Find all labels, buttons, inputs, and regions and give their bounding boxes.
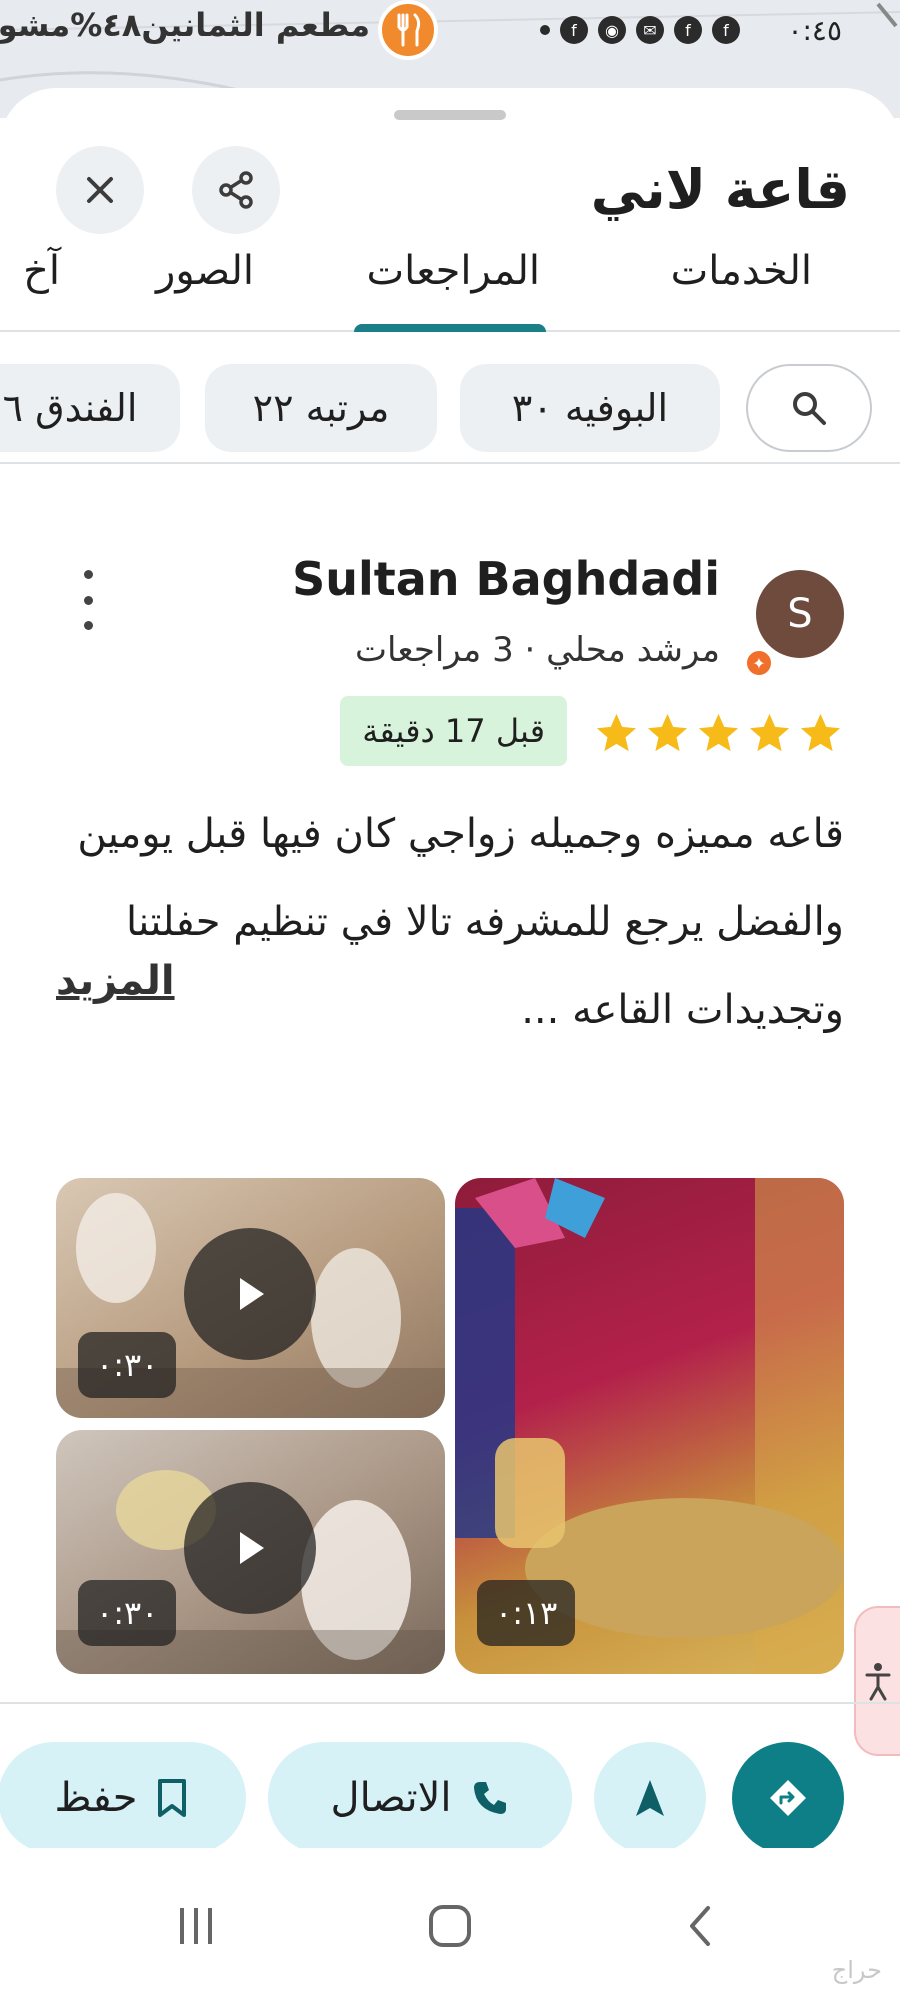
star-icon <box>800 713 841 752</box>
drag-handle[interactable] <box>394 110 506 120</box>
directions-button[interactable] <box>732 1742 844 1854</box>
recent-apps-button[interactable] <box>166 1896 226 1956</box>
tab-reviews[interactable]: المراجعات <box>367 248 540 294</box>
bookmark-icon <box>158 1779 187 1817</box>
chip-hotel[interactable]: الفندق ٦ <box>0 364 180 452</box>
call-label: الاتصال <box>330 1775 452 1821</box>
system-navigation-bar: حراج <box>0 1848 900 2000</box>
call-button[interactable]: الاتصال <box>268 1742 572 1854</box>
map-place-label: مطعم الثمانين٤٨%مشو <box>0 6 370 44</box>
read-more-link[interactable]: المزيد <box>56 958 175 1004</box>
star-icon <box>596 713 637 752</box>
accessibility-icon <box>865 1663 891 1701</box>
filter-chips: البوفيه ٣٠ مرتبه ٢٢ الفندق ٦ <box>0 354 900 464</box>
tab-bar: الخدمات المراجعات الصور آخ <box>0 210 900 332</box>
star-icon <box>698 713 739 752</box>
video-duration: ٠:٣٠ <box>78 1580 177 1646</box>
review-video-decor[interactable]: ٠:٣٠ <box>56 1430 445 1674</box>
home-button[interactable] <box>420 1896 480 1956</box>
save-button[interactable]: حفظ <box>0 1742 246 1854</box>
phone-icon <box>473 1782 506 1814</box>
review-text[interactable]: قاعه مميزه وجميله زواجي كان فيها قبل يوم… <box>54 790 844 1054</box>
reviewer-subtitle: مرشد محلي · 3 مراجعات <box>355 630 720 670</box>
share-icon <box>219 171 253 209</box>
tab-photos[interactable]: الصور <box>156 248 254 294</box>
search-icon <box>793 392 826 425</box>
play-icon <box>240 1532 264 1564</box>
review-time-badge: قبل 17 دقيقة <box>340 696 567 766</box>
tab-indicator <box>354 324 546 332</box>
avatar[interactable]: S <box>756 570 844 658</box>
star-icon <box>647 713 688 752</box>
reviewer-name[interactable]: Sultan Baghdadi <box>292 552 720 606</box>
video-duration: ٠:٣٠ <box>78 1332 177 1398</box>
play-button[interactable] <box>184 1482 316 1614</box>
close-icon <box>87 177 113 203</box>
back-icon <box>690 1906 710 1946</box>
media-duration: ٠:١٣ <box>477 1580 576 1646</box>
watermark: حراج <box>831 1956 882 1984</box>
navigation-arrow-icon <box>636 1780 664 1816</box>
more-options-icon[interactable] <box>76 570 100 630</box>
action-bar: الاتصال حفظ <box>0 1702 900 1854</box>
star-icon <box>749 713 790 752</box>
restaurant-pin-icon[interactable] <box>378 0 438 60</box>
play-icon <box>240 1278 264 1310</box>
status-time: ٠:٤٥ <box>787 14 842 47</box>
tab-more[interactable]: آخ <box>23 248 60 294</box>
local-guide-badge-icon: ✦ <box>744 648 774 678</box>
dot-icon <box>540 25 550 35</box>
review-video-tables[interactable]: ٠:٣٠ <box>56 1178 445 1418</box>
tab-services[interactable]: الخدمات <box>671 248 812 294</box>
start-navigation-button[interactable] <box>594 1742 706 1854</box>
star-rating <box>593 710 844 757</box>
chip-rank[interactable]: مرتبه ٢٢ <box>205 364 437 452</box>
directions-icon <box>770 1780 806 1816</box>
search-reviews-button[interactable] <box>746 364 872 452</box>
play-button[interactable] <box>184 1228 316 1360</box>
facebook-icon: f <box>712 16 740 44</box>
snapchat-icon: ◉ <box>598 16 626 44</box>
message-icon: ✉ <box>636 16 664 44</box>
facebook-icon: f <box>560 16 588 44</box>
facebook-icon: f <box>674 16 702 44</box>
review-photo-stage[interactable]: ٠:١٣ <box>455 1178 844 1674</box>
save-label: حفظ <box>54 1775 138 1821</box>
home-icon <box>429 1905 471 1947</box>
back-button[interactable] <box>672 1896 732 1956</box>
chip-buffet[interactable]: البوفيه ٣٠ <box>460 364 720 452</box>
recent-apps-icon <box>180 1908 212 1944</box>
notification-icons: f ◉ ✉ f f <box>540 16 740 44</box>
corner-icon <box>876 2 898 28</box>
